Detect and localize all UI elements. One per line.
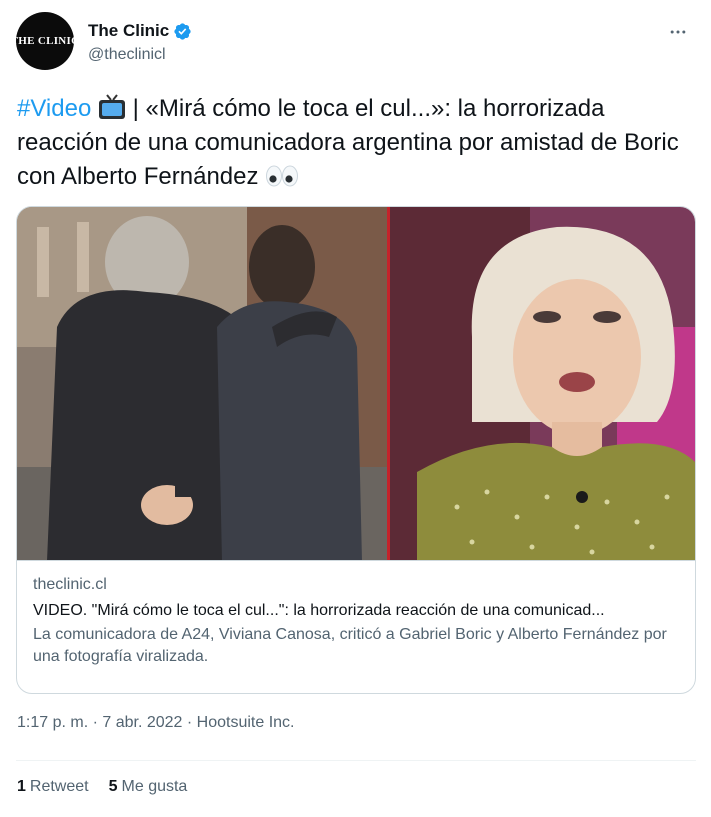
retweets-label: Retweet <box>29 778 89 795</box>
tweet-stats: 1 Retweet 5 Me gusta <box>17 778 207 796</box>
card-description: La comunicadora de A24, Viviana Canosa, … <box>33 626 667 665</box>
name-row: The Clinic <box>88 21 192 41</box>
verified-badge-icon <box>174 22 191 40</box>
display-name[interactable]: The Clinic <box>88 21 169 41</box>
meta-separator: · <box>88 714 103 731</box>
likes-stat[interactable]: 5 Me gusta <box>109 778 188 796</box>
user-handle[interactable]: @theclinicl <box>88 46 166 64</box>
card-title: VIDEO. "Mirá cómo le toca el cul...": la… <box>33 602 605 619</box>
hashtag-link[interactable]: #Video <box>17 95 91 122</box>
tweet-meta: 1:17 p. m. · 7 abr. 2022 · Hootsuite Inc… <box>17 714 295 732</box>
retweets-count: 1 <box>17 778 26 795</box>
meta-separator: · <box>182 714 197 731</box>
likes-label: Me gusta <box>121 778 188 795</box>
tweet-date[interactable]: 7 abr. 2022 <box>102 714 182 731</box>
card-image[interactable] <box>17 207 695 561</box>
tweet-source[interactable]: Hootsuite Inc. <box>197 714 295 731</box>
avatar-logo-text: THE CLINIC <box>10 35 80 47</box>
card-domain: theclinic.cl <box>33 576 107 593</box>
more-options-dots <box>670 30 686 34</box>
avatar[interactable]: THE CLINIC <box>11 12 79 70</box>
tweet-text: #Video | «Mirá cómo le toca el cul...»: … <box>17 92 701 194</box>
card-text[interactable]: theclinic.cl VIDEO. "Mirá cómo le toca e… <box>17 562 695 680</box>
card-photo-illustration <box>17 207 695 560</box>
tv-emoji-icon <box>98 94 125 119</box>
divider <box>16 760 696 761</box>
link-card[interactable]: theclinic.cl VIDEO. "Mirá cómo le toca e… <box>16 206 696 694</box>
tweet-time[interactable]: 1:17 p. m. <box>17 714 88 731</box>
eyes-emoji-icon <box>266 165 299 187</box>
retweets-stat[interactable]: 1 Retweet <box>17 778 89 796</box>
more-options-icon[interactable] <box>664 18 692 46</box>
tweet-header: THE CLINIC The Clinic @theclinicl <box>11 12 696 74</box>
likes-count: 5 <box>108 778 118 795</box>
